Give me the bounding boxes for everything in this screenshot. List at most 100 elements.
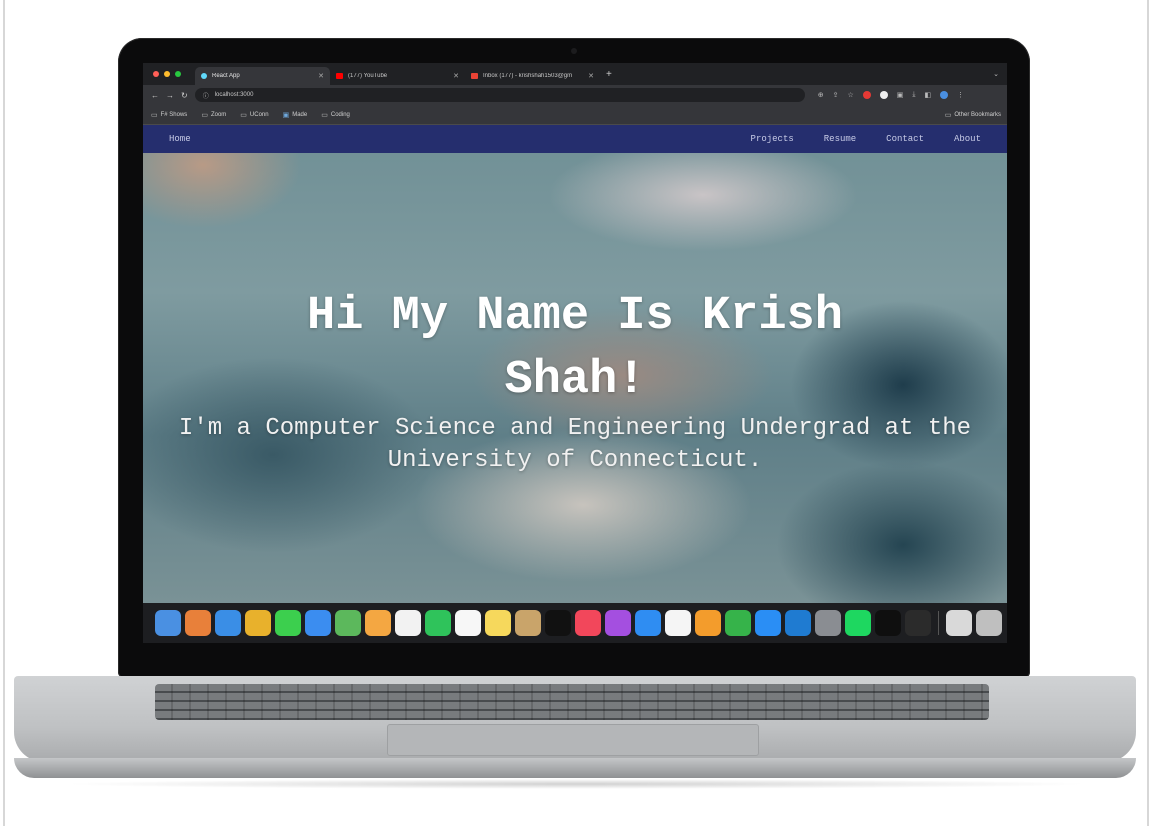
dock-separator [938, 611, 939, 635]
vscode-icon[interactable] [785, 610, 811, 636]
nav-resume-link[interactable]: Resume [824, 134, 856, 144]
terminal-icon[interactable] [905, 610, 931, 636]
nav-home-link[interactable]: Home [143, 134, 191, 144]
news-icon[interactable] [665, 610, 691, 636]
other-bookmarks[interactable]: ▭ Other Bookmarks [945, 111, 1001, 119]
mail-icon[interactable] [305, 610, 331, 636]
browser-tab-bar: React App ✕ (177) YouTube ✕ Inbox (177) … [143, 63, 1007, 85]
podcasts-icon[interactable] [605, 610, 631, 636]
bookmark-item[interactable]: ▭ UConn [240, 111, 268, 119]
laptop-screen: React App ✕ (177) YouTube ✕ Inbox (177) … [143, 63, 1007, 643]
trash-icon[interactable] [976, 610, 1002, 636]
nav-links: Projects Resume Contact About [751, 134, 1007, 144]
tab-title: (177) YouTube [348, 73, 388, 79]
messages-icon[interactable] [275, 610, 301, 636]
contacts-icon[interactable] [515, 610, 541, 636]
site-navbar: Home Projects Resume Contact About [143, 125, 1007, 153]
calendar-icon[interactable] [395, 610, 421, 636]
window-controls [143, 71, 195, 77]
screen-preview-icon[interactable] [946, 610, 972, 636]
reminders-icon[interactable] [455, 610, 481, 636]
hero-title: Hi My Name Is Krish Shah! [307, 290, 843, 407]
bookmark-label: UConn [249, 111, 269, 118]
webpage: Home Projects Resume Contact About Hi My… [143, 125, 1007, 603]
laptop-shadow [60, 779, 1092, 789]
nav-contact-link[interactable]: Contact [886, 134, 924, 144]
browser-tab-gmail[interactable]: Inbox (177) - krishshah1503@gm ✕ [465, 67, 600, 85]
address-text: localhost:3000 [214, 92, 254, 98]
browser-tab-youtube[interactable]: (177) YouTube ✕ [330, 67, 465, 85]
browser-tab-react-app[interactable]: React App ✕ [195, 67, 330, 85]
download-icon[interactable]: ⤓ [912, 91, 915, 99]
bookmark-item[interactable]: ▭ F# Shows [151, 111, 187, 119]
notes-icon[interactable] [485, 610, 511, 636]
bookmark-label: F# Shows [160, 111, 188, 118]
extension-icon[interactable] [879, 91, 888, 99]
photos-icon[interactable] [365, 610, 391, 636]
tab-title: Inbox (177) - krishshah1503@gm [483, 73, 573, 79]
nav-projects-link[interactable]: Projects [751, 134, 794, 144]
gmail-icon [471, 73, 478, 79]
bookmark-label: Made [292, 111, 308, 118]
hero-subtitle: I'm a Computer Science and Engineering U… [178, 415, 972, 474]
close-icon[interactable]: ✕ [318, 72, 324, 80]
extension-icon[interactable]: ▣ [897, 91, 904, 99]
bookmarks-bar: ▭ F# Shows ▭ Zoom ▭ UConn ▣ Made ▭ Coding ▭ Ot… [143, 105, 1007, 125]
laptop-base-edge [14, 758, 1136, 778]
extension-icon[interactable] [862, 91, 871, 99]
forward-icon[interactable]: → [166, 91, 174, 100]
react-icon [201, 73, 207, 79]
extensions-area: ⊕ ⇪ ☆ ▣ ⤓ ◧ ⋮ [818, 91, 964, 99]
folder-icon: ▭ [944, 111, 952, 119]
chrome-icon[interactable] [245, 610, 271, 636]
system-preferences-icon[interactable] [815, 610, 841, 636]
browser-toolbar: ← → ↻ ⓘ localhost:3000 ⊕ ⇪ ☆ ▣ ⤓ ◧ ⋮ [143, 85, 1007, 105]
bookmark-item[interactable]: ▭ Coding [321, 111, 350, 119]
camera [571, 48, 577, 54]
safari-icon[interactable] [215, 610, 241, 636]
pages-icon[interactable] [695, 610, 721, 636]
trackpad [387, 724, 759, 756]
share-icon[interactable]: ⇪ [833, 91, 839, 99]
apple-tv-icon[interactable] [545, 610, 571, 636]
folder-icon: ▭ [151, 111, 158, 119]
macos-dock [143, 603, 1007, 643]
music-icon[interactable] [575, 610, 601, 636]
maps-icon[interactable] [335, 610, 361, 636]
keynote-icon[interactable] [635, 610, 661, 636]
zoom-window-button[interactable] [175, 71, 181, 77]
folder-icon: ▭ [240, 111, 247, 119]
facetime-icon[interactable] [425, 610, 451, 636]
pycharm-icon[interactable] [875, 610, 901, 636]
app-store-icon[interactable] [755, 610, 781, 636]
minimize-window-button[interactable] [164, 71, 170, 77]
numbers-icon[interactable] [725, 610, 751, 636]
finder-icon[interactable] [155, 610, 181, 636]
close-icon[interactable]: ✕ [453, 72, 459, 80]
tab-title: React App [212, 73, 240, 79]
close-icon[interactable]: ✕ [588, 72, 594, 80]
spotify-icon[interactable] [845, 610, 871, 636]
bookmark-item[interactable]: ▣ Made [283, 111, 308, 119]
menu-icon[interactable]: ⋮ [957, 91, 964, 99]
folder-icon: ▭ [321, 111, 328, 119]
youtube-icon [336, 73, 343, 79]
sidebar-icon[interactable]: ◧ [924, 91, 931, 99]
bookmark-label: Zoom [210, 111, 227, 118]
profile-avatar[interactable] [940, 91, 949, 99]
made-icon: ▣ [282, 111, 290, 119]
site-info-icon[interactable]: ⓘ [203, 91, 209, 100]
close-window-button[interactable] [153, 71, 159, 77]
launchpad-icon[interactable] [185, 610, 211, 636]
back-icon[interactable]: ← [151, 91, 159, 100]
address-bar[interactable]: ⓘ localhost:3000 [194, 88, 805, 102]
tab-search-button[interactable]: ⌄ [993, 70, 999, 78]
keyboard [155, 684, 989, 720]
zoom-icon[interactable]: ⊕ [818, 91, 824, 99]
bookmark-item[interactable]: ▭ Zoom [201, 111, 226, 119]
hero-section: Hi My Name Is Krish Shah! I'm a Computer… [143, 285, 1007, 477]
new-tab-button[interactable]: + [606, 69, 612, 80]
reload-icon[interactable]: ↻ [181, 91, 188, 100]
nav-about-link[interactable]: About [954, 134, 981, 144]
bookmark-star-icon[interactable]: ☆ [847, 91, 853, 99]
